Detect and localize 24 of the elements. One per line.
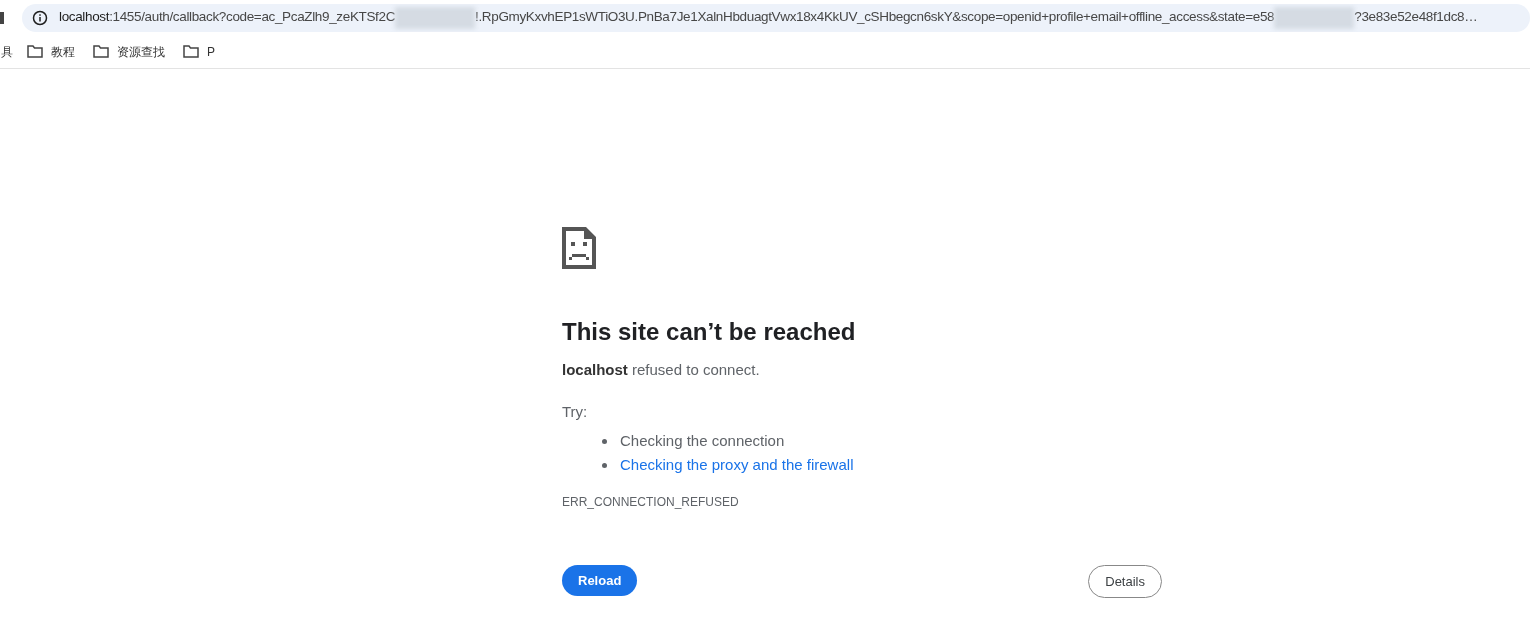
bullet-icon — [602, 438, 607, 444]
folder-icon — [27, 45, 43, 58]
url-host: localhost — [59, 8, 110, 27]
bullet-icon — [602, 462, 607, 468]
info-icon[interactable] — [32, 9, 48, 26]
bookmark-item[interactable]: 资源查找 — [93, 42, 165, 61]
sad-page-icon — [562, 227, 596, 269]
folder-icon — [93, 45, 109, 58]
partial-icon[interactable] — [0, 11, 4, 24]
error-message: localhost refused to connect. — [562, 360, 761, 380]
error-code: ERR_CONNECTION_REFUSED — [562, 494, 740, 511]
bookmark-item[interactable]: 教程 — [27, 42, 75, 61]
bookmark-item[interactable]: 具 — [1, 42, 13, 61]
error-heading: This site can’t be reached — [562, 317, 857, 347]
url-text: ?3e83e52e48f1dc8… — [1354, 8, 1478, 27]
url-text: :1455/auth/callback?code=ac_PcaZlh9_zeKTSf2C — [109, 8, 396, 27]
url-text: !.RpGmyKxvhEP1sWTiO3U.PnBa7Je1XalnHbduagtVwx18x4KkUV_cSHbegcn6skY&scope=openid+profile+email+offline_access&state=e58 — [475, 8, 1275, 27]
reload-button[interactable]: Reload — [562, 565, 638, 596]
suggestion-link[interactable]: Checking the proxy and the firewall — [620, 453, 854, 477]
try-label: Try: — [562, 401, 589, 422]
folder-icon — [183, 45, 199, 58]
suggestion-text: Checking the connection — [620, 431, 785, 451]
address-bar[interactable]: localhost:1455/auth/callback?code=ac_PcaZlh9_zeKTSf2C !.RpGmyKxvhEP1sWTiO3U.PnBa7Je1XalnHbduagtVwx18x4KkUV_cSHbegcn6skY&scope=openid+profile+email+offline_access&state=e58 ?3e83e52e48f1dc8… — [22, 3, 1530, 32]
bookmark-item[interactable]: P — [183, 42, 215, 61]
